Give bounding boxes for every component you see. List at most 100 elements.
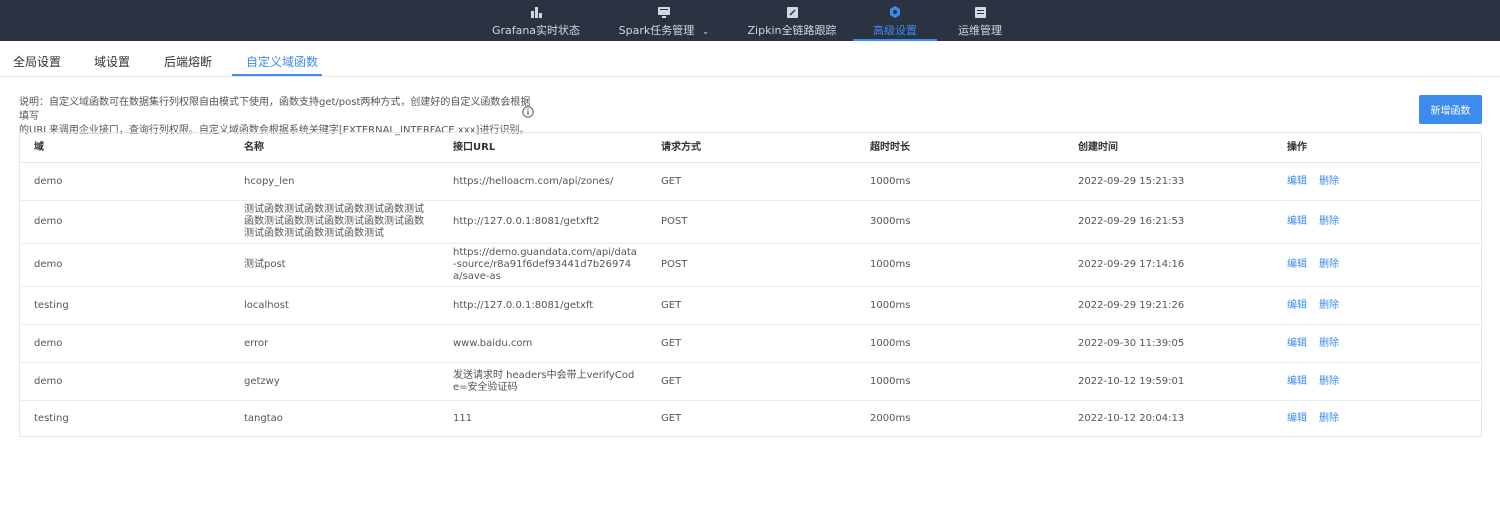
edit-button[interactable]: 编辑 [1287,300,1307,312]
cell-name: 测试post [244,259,286,270]
cell-url: www.baidu.com [453,337,533,349]
cell-timeout: 2000ms [870,413,911,424]
cell-name-text: 测试函数测试函数测试函数测试函数测试函数测试函数测试函数测试函数测试函数测试函数… [244,204,424,239]
delete-button[interactable]: 删除 [1319,338,1339,350]
edit-button[interactable]: 编辑 [1287,376,1307,388]
column-header-url: 接口URL [453,142,496,153]
cell-url-text: 发送请求时 headers中会带上verifyCode=安全验证码 [453,369,635,393]
cell-created: 2022-09-29 17:14:16 [1078,259,1185,270]
cell-method: GET [661,375,682,387]
cell-name: error [244,337,269,349]
table-header: 域 名称 接口URL 请求方式 超时时长 创建时间 操作 [20,133,1481,163]
bar-chart-icon [530,6,542,18]
table-row: testing tangtao 111 GET 2000ms 2022-10-1… [20,401,1481,437]
tab-custom-domain-functions[interactable]: 自定义域函数 [246,41,318,77]
info-icon[interactable] [522,103,534,118]
gear-icon [889,6,901,18]
cell-created: 2022-09-29 15:21:33 [1078,175,1185,187]
column-header-domain: 域 [34,142,44,153]
cell-domain: demo [34,175,63,187]
top-navbar: Grafana实时状态 Spark任务管理 ⌄ Zipkin全链路跟踪 高级设置… [0,0,1500,41]
cell-created: 2022-10-12 20:04:13 [1078,413,1185,424]
cell-timeout: 1000ms [870,337,911,349]
monitor-icon [658,6,670,18]
cell-created: 2022-10-12 19:59:01 [1078,375,1185,387]
cell-method: GET [661,337,682,349]
active-tab-indicator [232,74,322,76]
cell-url: https://demo.guandata.com/api/data-sourc… [453,244,638,286]
cell-timeout: 1000ms [870,175,911,187]
edit-button[interactable]: 编辑 [1287,413,1307,425]
cell-method: GET [661,299,682,311]
table-row: testing localhost http://127.0.0.1:8081/… [20,287,1481,325]
cell-domain: demo [34,259,63,270]
cell-actions: 编辑 删除 [1287,325,1351,362]
delete-button[interactable]: 删除 [1319,259,1339,271]
cell-created: 2022-09-29 16:21:53 [1078,216,1185,227]
nav-item-spark[interactable]: Spark任务管理 ⌄ [618,0,710,41]
nav-item-label: Spark任务管理 [618,24,695,37]
cell-created: 2022-09-29 19:21:26 [1078,299,1185,311]
cell-domain: demo [34,337,63,349]
edit-button[interactable]: 编辑 [1287,176,1307,188]
table-row: demo getzwy 发送请求时 headers中会带上verifyCode=… [20,363,1481,401]
nav-item-grafana[interactable]: Grafana实时状态 [491,0,581,41]
cell-url: http://127.0.0.1:8081/getxft2 [453,216,600,227]
cell-actions: 编辑 删除 [1287,287,1351,324]
column-header-created: 创建时间 [1078,142,1118,153]
edit-button[interactable]: 编辑 [1287,338,1307,350]
delete-button[interactable]: 删除 [1319,300,1339,312]
cell-method: POST [661,259,688,270]
cell-name: hcopy_len [244,175,295,187]
nav-item-advanced-settings[interactable]: 高级设置 [853,0,937,41]
cell-url: 发送请求时 headers中会带上verifyCode=安全验证码 [453,363,638,400]
cell-name: tangtao [244,413,283,424]
chevron-down-icon: ⌄ [701,27,710,37]
cell-method: POST [661,216,688,227]
delete-button[interactable]: 删除 [1319,176,1339,188]
column-header-name: 名称 [244,142,264,153]
nav-item-label: 高级设置 [873,24,917,37]
functions-table: 域 名称 接口URL 请求方式 超时时长 创建时间 操作 demo hcopy_… [19,132,1482,437]
cell-timeout: 3000ms [870,216,911,227]
cell-actions: 编辑 删除 [1287,201,1351,243]
nav-item-zipkin[interactable]: Zipkin全链路跟踪 [747,0,837,41]
tab-backend-circuit-breaker[interactable]: 后端熔断 [164,41,212,77]
nav-item-ops[interactable]: 运维管理 [940,0,1020,41]
delete-button[interactable]: 删除 [1319,376,1339,388]
nav-item-label: Zipkin全链路跟踪 [747,24,837,37]
tab-domain-settings[interactable]: 域设置 [94,41,130,77]
nav-item-label: 运维管理 [958,24,1002,37]
cell-name: getzwy [244,375,280,387]
cell-actions: 编辑 删除 [1287,363,1351,400]
cell-timeout: 1000ms [870,375,911,387]
edit-button[interactable]: 编辑 [1287,216,1307,228]
nav-item-label: Grafana实时状态 [491,24,581,37]
cell-name: 测试函数测试函数测试函数测试函数测试函数测试函数测试函数测试函数测试函数测试函数… [244,201,429,243]
table-row: demo 测试函数测试函数测试函数测试函数测试函数测试函数测试函数测试函数测试函… [20,201,1481,244]
cell-url: https://helloacm.com/api/zones/ [453,175,614,187]
description-line: 说明：自定义域函数可在数据集行列权限自由模式下使用，函数支持get/post两种… [19,97,531,122]
cell-actions: 编辑 删除 [1287,163,1351,200]
add-function-button[interactable]: 新增函数 [1419,95,1482,124]
cell-domain: testing [34,299,69,311]
cell-method: GET [661,413,682,424]
cell-created: 2022-09-30 11:39:05 [1078,337,1185,349]
table-row: demo error www.baidu.com GET 1000ms 2022… [20,325,1481,363]
delete-button[interactable]: 删除 [1319,413,1339,425]
cell-name: localhost [244,299,289,311]
cell-timeout: 1000ms [870,259,911,270]
table-row: demo hcopy_len https://helloacm.com/api/… [20,163,1481,201]
column-header-actions: 操作 [1287,142,1307,153]
column-header-timeout: 超时时长 [870,142,910,153]
tab-global-settings[interactable]: 全局设置 [13,41,61,77]
cell-url-text: https://demo.guandata.com/api/data-sourc… [453,247,637,282]
edit-button[interactable]: 编辑 [1287,259,1307,271]
settings-tabs: 全局设置 域设置 后端熔断 自定义域函数 [0,41,1500,77]
cell-domain: demo [34,216,63,227]
cell-domain: testing [34,413,69,424]
list-icon [974,6,986,18]
delete-button[interactable]: 删除 [1319,216,1339,228]
cell-method: GET [661,175,682,187]
edit-square-icon [786,6,798,18]
